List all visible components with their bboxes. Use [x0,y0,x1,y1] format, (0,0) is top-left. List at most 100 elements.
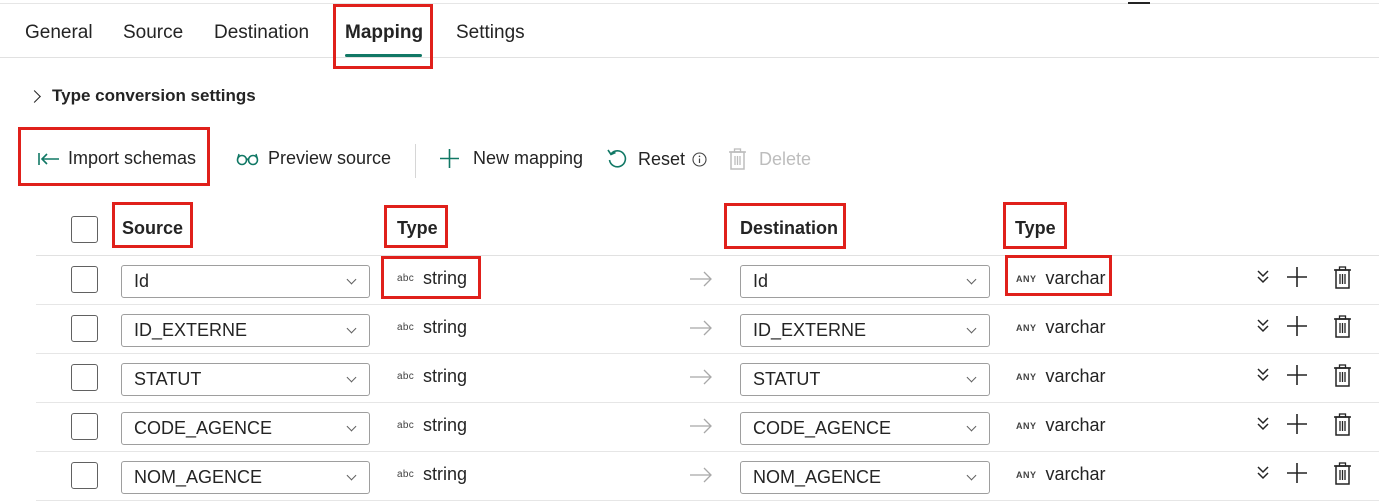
mapping-row: Id abc string Id ANY varchar [36,256,1379,305]
double-chevron-down-icon[interactable] [1256,367,1270,388]
double-chevron-down-icon[interactable] [1256,465,1270,486]
trash-icon[interactable] [1333,462,1352,490]
destination-column-value: CODE_AGENCE [753,418,892,438]
row-checkbox[interactable] [71,413,98,440]
destination-column-select[interactable]: CODE_AGENCE [740,412,990,445]
destination-type-cell: ANY varchar [1016,366,1106,387]
source-type-cell: abc string [397,268,467,289]
destination-column-select[interactable]: Id [740,265,990,298]
source-column-value: CODE_AGENCE [134,418,273,438]
trash-icon[interactable] [1333,266,1352,294]
source-type-value: string [423,317,468,337]
mapping-row: NOM_AGENCE abc string NOM_AGENCE ANY var… [36,452,1379,501]
arrow-right-icon [689,368,713,391]
trash-icon[interactable] [1333,413,1352,441]
new-mapping-label: New mapping [473,148,584,168]
delete-button[interactable]: Delete [728,148,811,170]
source-column-select[interactable]: NOM_AGENCE [121,461,370,494]
chevron-down-icon [346,323,357,334]
tab-bar: General Source Destination Mapping Setti… [0,10,1379,58]
row-checkbox[interactable] [71,364,98,391]
string-type-icon: abc [397,420,415,431]
chevron-down-icon [966,372,977,383]
select-all-checkbox[interactable] [71,216,98,243]
chevron-down-icon [346,421,357,432]
destination-type-cell: ANY varchar [1016,464,1106,485]
any-type-icon: ANY [1016,469,1037,480]
row-checkbox[interactable] [71,315,98,342]
any-type-icon: ANY [1016,322,1037,333]
destination-column-header: Destination [740,218,839,238]
add-row-icon[interactable] [1286,413,1308,440]
chevron-down-icon [966,470,977,481]
source-type-cell: abc string [397,415,467,436]
import-arrow-icon [38,152,60,166]
double-chevron-down-icon[interactable] [1256,416,1270,437]
string-type-icon: abc [397,469,415,480]
chevron-down-icon [346,274,357,285]
mapping-row: CODE_AGENCE abc string CODE_AGENCE ANY v… [36,403,1379,452]
toolbar-separator [415,144,416,178]
row-checkbox[interactable] [71,462,98,489]
destination-column-select[interactable]: NOM_AGENCE [740,461,990,494]
destination-type-value: varchar [1045,366,1106,386]
destination-type-cell: ANY varchar [1016,415,1106,436]
tab-settings[interactable]: Settings [456,22,525,44]
type-conversion-settings-toggle[interactable]: Type conversion settings [28,86,256,106]
source-column-header: Source [122,218,184,238]
chevron-down-icon [966,274,977,285]
top-marker [1128,2,1150,4]
source-type-column-header: Type [397,218,438,238]
destination-column-value: STATUT [753,369,821,389]
add-row-icon[interactable] [1286,315,1308,342]
type-conversion-settings-label: Type conversion settings [52,86,256,105]
source-column-select[interactable]: ID_EXTERNE [121,314,370,347]
add-row-icon[interactable] [1286,462,1308,489]
destination-column-select[interactable]: ID_EXTERNE [740,314,990,347]
source-column-select[interactable]: Id [121,265,370,298]
glasses-icon [236,152,259,166]
source-type-cell: abc string [397,366,467,387]
arrow-right-icon [689,319,713,342]
any-type-icon: ANY [1016,420,1037,431]
double-chevron-down-icon[interactable] [1256,318,1270,339]
source-type-value: string [423,366,468,386]
info-icon[interactable] [692,151,707,167]
trash-icon[interactable] [1333,364,1352,392]
source-column-select[interactable]: CODE_AGENCE [121,412,370,445]
tab-source[interactable]: Source [123,22,183,44]
trash-icon [728,148,747,170]
mapping-row: STATUT abc string STATUT ANY varchar [36,354,1379,403]
tab-general[interactable]: General [25,22,93,44]
arrow-right-icon [689,417,713,440]
preview-source-button[interactable]: Preview source [236,148,391,169]
source-type-value: string [423,268,468,288]
destination-column-select[interactable]: STATUT [740,363,990,396]
import-schemas-button[interactable]: Import schemas [38,148,196,169]
destination-column-value: ID_EXTERNE [753,320,867,340]
row-checkbox[interactable] [71,266,98,293]
destination-type-column-header: Type [1015,218,1056,238]
trash-icon[interactable] [1333,315,1352,343]
new-mapping-button[interactable]: New mapping [439,148,583,169]
source-column-select[interactable]: STATUT [121,363,370,396]
destination-type-value: varchar [1045,415,1106,435]
double-chevron-down-icon[interactable] [1256,269,1270,290]
source-type-cell: abc string [397,317,467,338]
delete-label: Delete [759,148,812,169]
string-type-icon: abc [397,371,415,382]
tab-destination[interactable]: Destination [214,22,309,44]
source-column-value: ID_EXTERNE [134,320,248,340]
preview-source-label: Preview source [268,148,392,168]
add-row-icon[interactable] [1286,266,1308,293]
reset-button[interactable]: Reset [606,148,707,170]
tab-mapping[interactable]: Mapping [345,22,423,44]
any-type-icon: ANY [1016,273,1037,284]
string-type-icon: abc [397,273,415,284]
destination-type-value: varchar [1045,317,1106,337]
mapping-row: ID_EXTERNE abc string ID_EXTERNE ANY var… [36,305,1379,354]
add-row-icon[interactable] [1286,364,1308,391]
arrow-right-icon [689,270,713,293]
destination-type-cell: ANY varchar [1016,317,1106,338]
arrow-right-icon [689,466,713,489]
